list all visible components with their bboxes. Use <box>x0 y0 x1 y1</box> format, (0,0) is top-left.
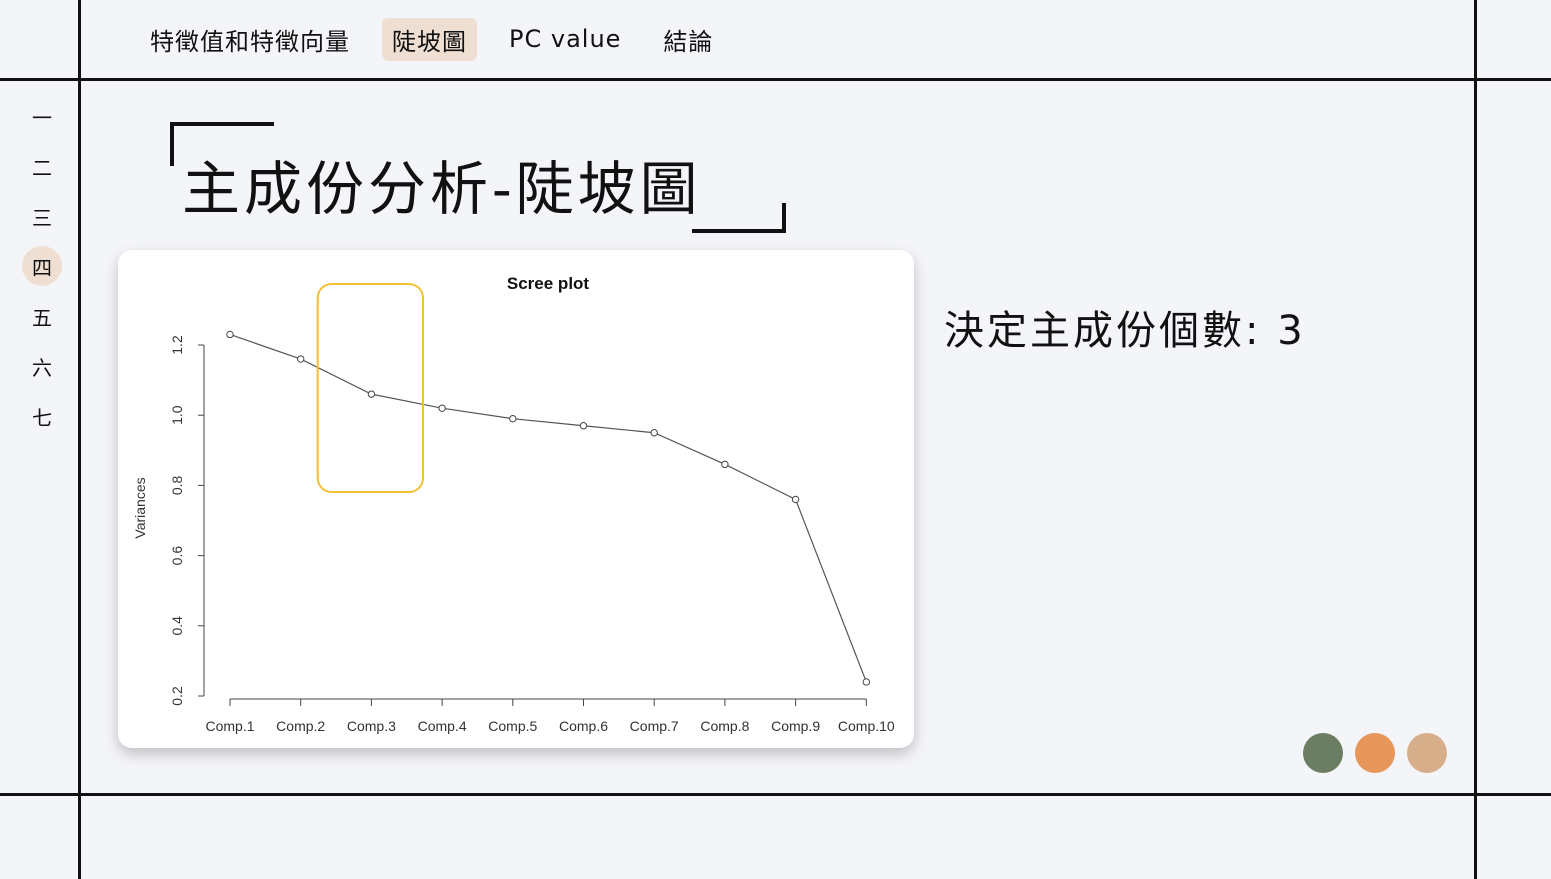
side-item-1[interactable]: 一 <box>22 96 62 136</box>
data-point <box>297 355 305 363</box>
x-tick-label: Comp.10 <box>838 718 895 734</box>
chart-y-axis-label: Variances <box>132 477 148 538</box>
elbow-highlight-box <box>316 283 425 493</box>
theme-dot-tan <box>1407 733 1447 773</box>
tab-pc-value[interactable]: PC value <box>499 21 631 57</box>
chart-axes: 0.2 0.4 0.6 0.8 1.0 1.2 Comp.1 Comp.2 Comp.3 Comp… <box>169 335 895 734</box>
data-point <box>791 495 800 504</box>
y-tick-label: 1.0 <box>169 405 185 425</box>
y-tick-label: 0.8 <box>169 475 185 495</box>
frame-left-line <box>78 0 81 879</box>
data-point <box>721 460 729 469</box>
conclusion-text: 決定主成份個數: 3 <box>944 308 1306 354</box>
title-block: 主成份分析-陡坡圖 <box>170 122 790 237</box>
data-point <box>650 429 658 437</box>
y-tick-label: 0.6 <box>169 546 185 566</box>
data-point <box>579 422 588 430</box>
frame-right-line <box>1474 0 1477 879</box>
series-line <box>229 333 867 683</box>
x-tick-label: Comp.2 <box>276 718 325 734</box>
theme-color-dots <box>1303 733 1447 773</box>
chart-marks <box>226 283 870 686</box>
side-nav: 一 二 三 四 五 六 七 <box>22 96 66 446</box>
x-tick-label: Comp.1 <box>205 718 254 734</box>
tab-conclusion[interactable]: 結論 <box>653 18 723 61</box>
x-tick-label: Comp.7 <box>630 718 679 734</box>
side-item-4[interactable]: 四 <box>22 246 62 286</box>
side-item-5[interactable]: 五 <box>22 296 62 336</box>
theme-dot-orange <box>1355 733 1395 773</box>
x-tick-label: Comp.6 <box>559 718 608 734</box>
data-point <box>509 415 517 423</box>
side-item-3[interactable]: 三 <box>22 196 62 236</box>
page-title: 主成份分析-陡坡圖 <box>182 155 702 223</box>
x-tick-label: Comp.5 <box>488 718 537 734</box>
data-point <box>367 390 376 398</box>
tab-eigen[interactable]: 特徵值和特徵向量 <box>140 18 360 61</box>
tab-scree-plot[interactable]: 陡坡圖 <box>382 17 477 61</box>
scree-plot-card: Scree plot Variances 0.2 0.4 0.6 0.8 1.0 1.2 C… <box>118 250 914 748</box>
data-point <box>862 678 870 686</box>
y-tick-label: 0.4 <box>169 616 185 636</box>
frame-top-line <box>0 78 1551 81</box>
x-tick-label: Comp.4 <box>418 718 467 734</box>
data-point <box>438 404 446 412</box>
x-tick-label: Comp.3 <box>347 718 396 734</box>
side-item-2[interactable]: 二 <box>22 146 62 186</box>
y-tick-label: 0.2 <box>169 686 185 706</box>
side-item-6[interactable]: 六 <box>22 346 62 386</box>
x-tick-label: Comp.9 <box>771 718 820 734</box>
theme-dot-green <box>1303 733 1343 773</box>
chart-title: Scree plot <box>507 274 590 293</box>
frame-bottom-line <box>0 793 1551 796</box>
title-bracket-close <box>692 203 786 233</box>
y-tick-label: 1.2 <box>169 335 185 355</box>
x-tick-label: Comp.8 <box>700 718 749 734</box>
top-nav: 特徵值和特徵向量 陡坡圖 PC value 結論 <box>140 17 745 61</box>
data-point <box>226 330 234 339</box>
scree-plot-chart: Scree plot Variances 0.2 0.4 0.6 0.8 1.0 1.2 C… <box>132 274 895 734</box>
side-item-7[interactable]: 七 <box>22 396 62 436</box>
